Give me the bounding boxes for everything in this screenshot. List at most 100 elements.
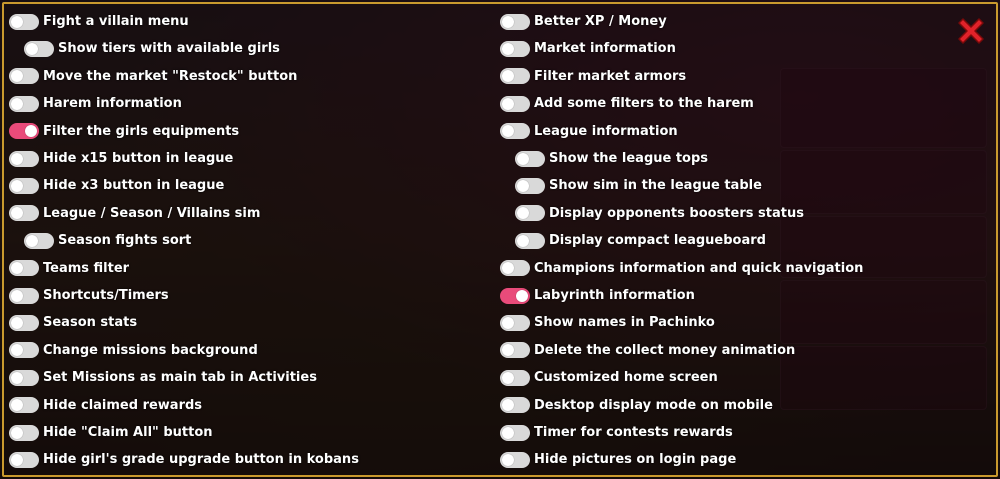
option-row[interactable]: Show sim in the league table xyxy=(515,172,762,199)
option-row[interactable]: Move the market "Restock" button xyxy=(9,63,297,90)
option-row[interactable]: Display opponents boosters status xyxy=(515,200,804,227)
toggle-knob xyxy=(516,289,528,302)
option-label: Show the league tops xyxy=(549,151,709,166)
toggle-knob xyxy=(502,97,514,110)
option-row[interactable]: Show the league tops xyxy=(515,145,708,172)
option-row[interactable]: Hide girl's grade upgrade button in koba… xyxy=(9,446,359,473)
option-toggle-switch[interactable] xyxy=(9,177,39,194)
option-row[interactable]: Fight a villain menu xyxy=(9,8,189,35)
option-toggle-switch[interactable] xyxy=(9,342,39,359)
option-toggle-switch[interactable] xyxy=(500,342,530,359)
toggle-knob xyxy=(11,426,23,439)
option-row[interactable]: Show names in Pachinko xyxy=(500,309,715,336)
option-toggle-switch[interactable] xyxy=(9,95,39,112)
option-toggle-switch[interactable] xyxy=(9,205,39,222)
toggle-knob xyxy=(502,344,514,357)
toggle-knob xyxy=(26,42,38,55)
toggle-knob xyxy=(502,125,514,138)
toggle-knob xyxy=(502,262,514,275)
option-label: Show tiers with available girls xyxy=(58,41,280,57)
option-row[interactable]: Hide x3 button in league xyxy=(9,172,224,199)
option-row[interactable]: Delete the collect money animation xyxy=(500,337,795,364)
option-toggle-switch[interactable] xyxy=(500,13,530,30)
option-toggle-switch[interactable] xyxy=(500,314,530,331)
option-toggle-switch[interactable] xyxy=(9,287,39,304)
option-row[interactable]: Set Missions as main tab in Activities xyxy=(9,364,317,391)
option-toggle-switch[interactable] xyxy=(9,68,39,85)
option-row[interactable]: Season stats xyxy=(9,309,137,336)
option-row[interactable]: Market information xyxy=(500,35,676,62)
option-label: Hide x3 button in league xyxy=(43,178,225,194)
toggle-knob xyxy=(502,42,514,55)
option-toggle-switch[interactable] xyxy=(500,451,530,468)
toggle-knob xyxy=(502,453,514,466)
option-row[interactable]: Change missions background xyxy=(9,337,258,364)
option-label: Hide pictures on login page xyxy=(534,452,737,468)
option-label: Display opponents boosters status xyxy=(549,205,804,221)
option-row[interactable]: League information xyxy=(500,118,678,145)
option-toggle-switch[interactable] xyxy=(9,13,39,30)
option-toggle-switch[interactable] xyxy=(500,397,530,414)
toggle-knob xyxy=(502,316,514,329)
option-row[interactable]: Filter the girls equipments xyxy=(9,118,239,145)
option-toggle-switch[interactable] xyxy=(500,287,530,304)
option-row[interactable]: Better XP / Money xyxy=(500,8,667,35)
option-toggle-switch[interactable] xyxy=(515,177,545,194)
option-toggle-switch[interactable] xyxy=(500,40,530,57)
option-toggle-switch[interactable] xyxy=(500,260,530,277)
option-row[interactable]: Hide claimed rewards xyxy=(9,392,202,419)
option-label: Show names in Pachinko xyxy=(534,315,715,331)
option-row[interactable]: Hide pictures on login page xyxy=(500,446,736,473)
option-row[interactable]: Show tiers with available girls xyxy=(24,35,280,62)
toggle-knob xyxy=(11,399,23,412)
option-toggle-switch[interactable] xyxy=(515,150,545,167)
option-toggle-switch[interactable] xyxy=(9,397,39,414)
option-label: Labyrinth information xyxy=(534,288,695,303)
option-label: Teams filter xyxy=(43,260,130,276)
option-row[interactable]: Season fights sort xyxy=(24,227,191,254)
toggle-knob xyxy=(11,179,23,192)
option-toggle-switch[interactable] xyxy=(500,95,530,112)
option-row[interactable]: Desktop display mode on mobile xyxy=(500,392,773,419)
option-row[interactable]: League / Season / Villains sim xyxy=(9,200,260,227)
option-toggle-switch[interactable] xyxy=(515,205,545,222)
option-row[interactable]: Hide x15 button in league xyxy=(9,145,233,172)
option-row[interactable]: Harem information xyxy=(9,90,182,117)
option-label: Display compact leagueboard xyxy=(549,233,766,249)
toggle-knob xyxy=(11,15,23,28)
option-row[interactable]: Hide "Claim All" button xyxy=(9,419,213,446)
option-row[interactable]: Shortcuts/Timers xyxy=(9,282,169,309)
option-label: Hide "Claim All" button xyxy=(43,425,213,440)
option-toggle-switch[interactable] xyxy=(500,424,530,441)
option-toggle-switch[interactable] xyxy=(515,232,545,249)
toggle-knob xyxy=(517,234,529,247)
option-row[interactable]: Champions information and quick navigati… xyxy=(500,255,863,282)
option-label: Show sim in the league table xyxy=(549,178,762,194)
toggle-knob xyxy=(11,97,23,110)
toggle-knob xyxy=(517,179,529,192)
toggle-knob xyxy=(11,289,23,302)
option-toggle-switch[interactable] xyxy=(500,68,530,85)
option-toggle-switch[interactable] xyxy=(9,123,39,140)
toggle-knob xyxy=(11,262,23,275)
option-toggle-switch[interactable] xyxy=(24,40,54,57)
option-label: Add some filters to the harem xyxy=(534,96,754,112)
option-row[interactable]: Labyrinth information xyxy=(500,282,695,309)
option-toggle-switch[interactable] xyxy=(9,369,39,386)
close-x-icon[interactable] xyxy=(954,14,988,48)
option-row[interactable]: Customized home screen xyxy=(500,364,718,391)
option-toggle-switch[interactable] xyxy=(500,369,530,386)
option-row[interactable]: Filter market armors xyxy=(500,63,686,90)
option-toggle-switch[interactable] xyxy=(9,150,39,167)
option-row[interactable]: Timer for contests rewards xyxy=(500,419,733,446)
option-toggle-switch[interactable] xyxy=(9,424,39,441)
option-toggle-switch[interactable] xyxy=(9,314,39,331)
option-toggle-switch[interactable] xyxy=(500,123,530,140)
option-toggle-switch[interactable] xyxy=(9,260,39,277)
option-toggle-switch[interactable] xyxy=(9,451,39,468)
option-row[interactable]: Add some filters to the harem xyxy=(500,90,754,117)
option-label: Customized home screen xyxy=(534,370,718,386)
option-row[interactable]: Display compact leagueboard xyxy=(515,227,766,254)
option-toggle-switch[interactable] xyxy=(24,232,54,249)
option-row[interactable]: Teams filter xyxy=(9,255,129,282)
